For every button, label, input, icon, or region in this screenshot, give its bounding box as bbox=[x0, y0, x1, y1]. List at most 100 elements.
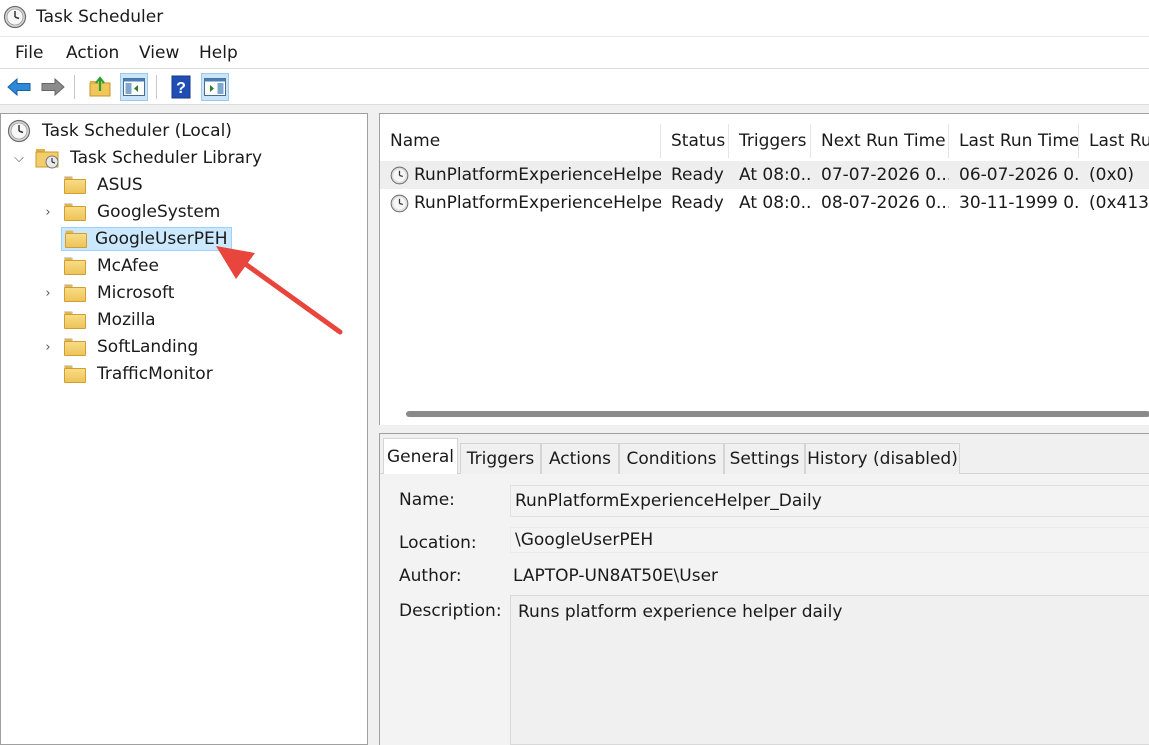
task-clock-icon bbox=[390, 194, 409, 212]
menu-file[interactable]: File bbox=[15, 43, 43, 63]
tree-item-label: McAfee bbox=[97, 256, 159, 276]
window-title: Task Scheduler bbox=[36, 7, 164, 27]
tree-item-asus[interactable]: ASUS bbox=[64, 172, 146, 198]
cell-last-run-result: (0x0) bbox=[1089, 165, 1134, 185]
column-header-status[interactable]: Status bbox=[661, 124, 729, 158]
tree-item-googlesystem[interactable]: GoogleSystem bbox=[64, 199, 223, 225]
toolbar-divider bbox=[0, 105, 1149, 113]
description-field[interactable]: Runs platform experience helper daily bbox=[510, 595, 1149, 745]
general-tab-content: Name: RunPlatformExperienceHelper_Daily … bbox=[380, 474, 1149, 745]
console-tree[interactable]: Task Scheduler (Local) ⌵ Task Scheduler … bbox=[0, 113, 368, 745]
forward-button[interactable] bbox=[39, 73, 67, 101]
cell-triggers: At 08:0... bbox=[739, 193, 811, 213]
chevron-right-icon[interactable]: › bbox=[41, 286, 55, 301]
cell-name: RunPlatformExperienceHelper... bbox=[380, 189, 661, 217]
task-clock-icon bbox=[390, 166, 409, 184]
tree-item-label: ASUS bbox=[97, 175, 143, 195]
table-row[interactable]: RunPlatformExperienceHelper... Ready At … bbox=[380, 189, 1149, 217]
back-arrow-icon bbox=[7, 77, 31, 97]
details-tab-strip: General Triggers Actions Conditions Sett… bbox=[380, 434, 1149, 475]
name-field[interactable]: RunPlatformExperienceHelper_Daily bbox=[510, 485, 1149, 517]
author-label: Author: bbox=[399, 566, 462, 586]
column-header-next-run-time[interactable]: Next Run Time bbox=[811, 124, 949, 158]
clock-icon bbox=[7, 119, 31, 143]
folder-icon bbox=[64, 284, 86, 302]
horizontal-scrollbar[interactable] bbox=[406, 411, 1149, 417]
menu-help[interactable]: Help bbox=[199, 43, 238, 63]
tree-item-trafficmonitor[interactable]: TrafficMonitor bbox=[64, 361, 216, 387]
tab-conditions[interactable]: Conditions bbox=[619, 443, 724, 474]
tree-item-mcafee[interactable]: McAfee bbox=[64, 253, 162, 279]
list-header: Name Status Triggers Next Run Time Last … bbox=[380, 124, 1149, 158]
folder-icon bbox=[64, 338, 86, 356]
help-button[interactable]: ? bbox=[167, 73, 195, 101]
tab-actions[interactable]: Actions bbox=[541, 443, 619, 474]
forward-arrow-icon bbox=[41, 77, 65, 97]
tab-triggers[interactable]: Triggers bbox=[460, 443, 541, 474]
chevron-right-icon[interactable]: › bbox=[41, 340, 55, 355]
folder-up-icon bbox=[89, 76, 111, 97]
task-name: RunPlatformExperienceHelper... bbox=[414, 193, 661, 213]
menu-action[interactable]: Action bbox=[66, 43, 119, 63]
description-label: Description: bbox=[399, 601, 502, 621]
show-hide-console-tree-button[interactable] bbox=[120, 73, 148, 101]
pane-splitter[interactable] bbox=[368, 113, 379, 745]
clock-icon bbox=[3, 5, 27, 29]
name-label: Name: bbox=[399, 490, 455, 510]
folder-icon bbox=[64, 311, 86, 329]
tab-settings[interactable]: Settings bbox=[724, 443, 805, 474]
chevron-right-icon[interactable]: › bbox=[41, 205, 55, 220]
folder-icon bbox=[64, 203, 86, 221]
toolbar-separator bbox=[74, 75, 75, 99]
column-header-name[interactable]: Name bbox=[380, 124, 661, 158]
tree-item-mozilla[interactable]: Mozilla bbox=[64, 307, 159, 333]
task-list[interactable]: Name Status Triggers Next Run Time Last … bbox=[379, 113, 1149, 425]
tree-item-library[interactable]: Task Scheduler Library bbox=[35, 145, 265, 171]
toolbar-separator bbox=[156, 75, 157, 99]
menu-view[interactable]: View bbox=[139, 43, 179, 63]
show-hide-console-tree-icon bbox=[123, 78, 145, 96]
tree-item-label: GoogleSystem bbox=[97, 202, 221, 222]
library-folder-icon bbox=[35, 149, 59, 169]
pane-splitter-horizontal[interactable] bbox=[379, 425, 1149, 433]
tree-item-softlanding[interactable]: SoftLanding bbox=[64, 334, 201, 360]
cell-last-run-result: (0x41303 bbox=[1089, 193, 1149, 213]
folder-icon bbox=[64, 257, 86, 275]
toolbar: ? bbox=[0, 69, 1149, 105]
tree-item-label: Mozilla bbox=[97, 310, 156, 330]
cell-name: RunPlatformExperienceHelper... bbox=[380, 161, 661, 189]
cell-next-run-time: 08-07-2026 0... bbox=[821, 193, 949, 213]
up-one-level-button[interactable] bbox=[86, 73, 114, 101]
folder-icon bbox=[64, 176, 86, 194]
tree-item-microsoft[interactable]: Microsoft bbox=[64, 280, 177, 306]
table-row[interactable]: RunPlatformExperienceHelper... Ready At … bbox=[380, 161, 1149, 189]
tree-item-label: Microsoft bbox=[97, 283, 175, 303]
tree-item-googleuserpeh[interactable]: GoogleUserPEH bbox=[61, 226, 233, 252]
cell-status: Ready bbox=[671, 165, 724, 185]
chevron-down-icon[interactable]: ⌵ bbox=[12, 151, 26, 166]
location-label: Location: bbox=[399, 533, 477, 553]
menu-bar: File Action View Help bbox=[0, 36, 1149, 69]
tree-item-label: SoftLanding bbox=[97, 337, 199, 357]
help-icon: ? bbox=[171, 75, 191, 99]
tree-root-label: Task Scheduler (Local) bbox=[42, 121, 232, 141]
tree-root[interactable]: Task Scheduler (Local) bbox=[7, 118, 235, 144]
column-header-last-run-result[interactable]: Last Run bbox=[1079, 124, 1149, 158]
folder-icon bbox=[65, 230, 87, 248]
tab-general[interactable]: General bbox=[383, 438, 458, 475]
svg-text:?: ? bbox=[176, 80, 186, 97]
tab-history[interactable]: History (disabled) bbox=[805, 443, 960, 474]
column-header-triggers[interactable]: Triggers bbox=[729, 124, 811, 158]
cell-last-run-time: 06-07-2026 0... bbox=[959, 165, 1079, 185]
column-header-last-run-time[interactable]: Last Run Time bbox=[949, 124, 1079, 158]
show-hide-action-pane-icon bbox=[204, 78, 226, 96]
tree-item-label: GoogleUserPEH bbox=[95, 229, 228, 249]
task-name: RunPlatformExperienceHelper... bbox=[414, 165, 661, 185]
show-hide-action-pane-button[interactable] bbox=[201, 73, 229, 101]
folder-icon bbox=[64, 365, 86, 383]
author-value: LAPTOP-UN8AT50E\User bbox=[513, 566, 719, 586]
tree-item-label: TrafficMonitor bbox=[97, 364, 213, 384]
location-field: \GoogleUserPEH bbox=[510, 527, 1149, 553]
back-button[interactable] bbox=[5, 73, 33, 101]
task-details: General Triggers Actions Conditions Sett… bbox=[379, 433, 1149, 745]
